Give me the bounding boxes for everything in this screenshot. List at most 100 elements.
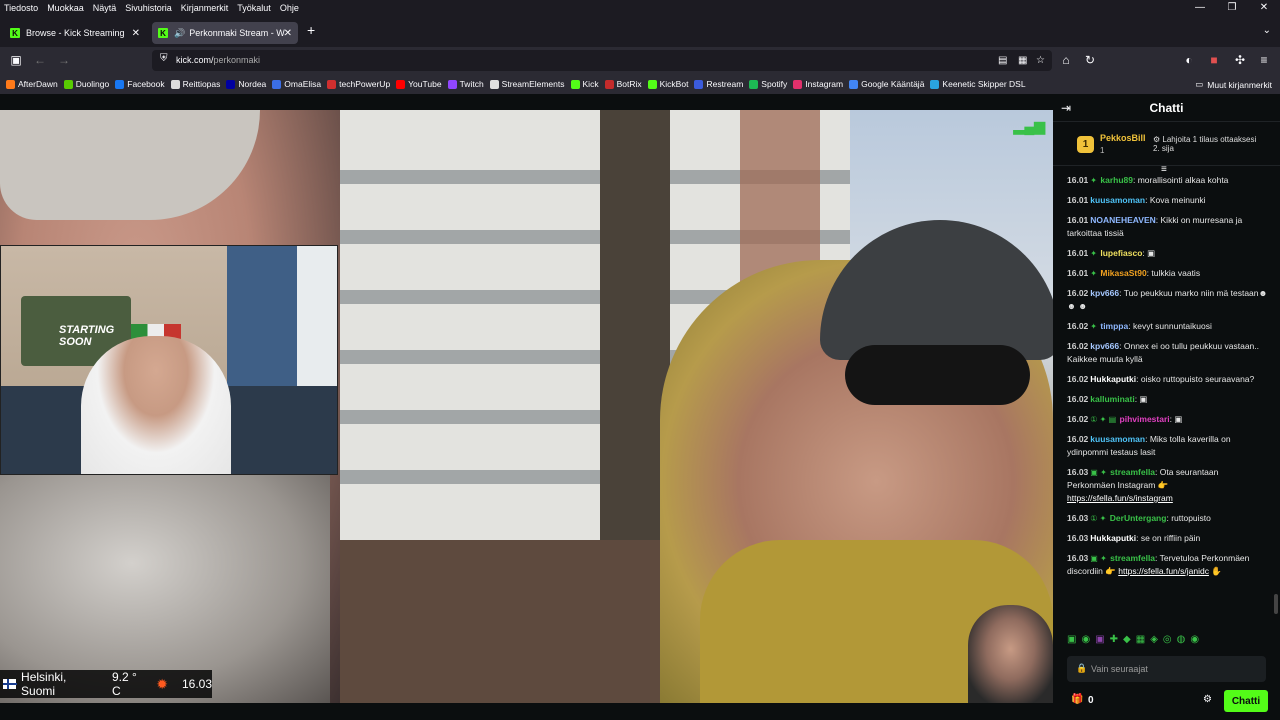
- bookmark-item[interactable]: BotRix: [604, 79, 642, 89]
- tab-strip: K Browse - Kick Streaming ✕ K 🔊 Perkonma…: [0, 17, 1280, 47]
- bookmark-label: Google Kääntäjä: [861, 79, 925, 89]
- forward-icon[interactable]: →: [56, 53, 72, 67]
- bookmark-item[interactable]: Twitch: [447, 79, 484, 89]
- new-tab-icon[interactable]: +: [307, 22, 315, 38]
- chat-message: 16.03 Hukkaputki: se on riffiin päin: [1067, 533, 1201, 543]
- site-info-icon[interactable]: ⛨: [160, 53, 168, 64]
- message-link[interactable]: https://sfella.fun/s/instagram: [1067, 493, 1173, 503]
- app-menu-icon[interactable]: ≡: [1256, 53, 1272, 67]
- sidebar-icon[interactable]: ▣: [8, 53, 24, 67]
- chat-input-box[interactable]: 🔒: [1067, 656, 1266, 682]
- gifter-info-text: Lahjoita 1 tilaus ottaaksesi 2. sija: [1153, 135, 1257, 153]
- message-username[interactable]: Hukkaputki: [1090, 374, 1136, 384]
- menu-item[interactable]: Ohje: [276, 3, 304, 13]
- message-username[interactable]: Hukkaputki: [1090, 533, 1136, 543]
- reader-view-icon[interactable]: ▦: [1018, 55, 1027, 66]
- gift-icon[interactable]: 🎁: [1071, 694, 1083, 705]
- message-username[interactable]: kalluminati: [1090, 394, 1134, 404]
- message-username[interactable]: kuusamoman: [1090, 195, 1145, 205]
- bookmark-item[interactable]: Reittiopas: [170, 79, 220, 89]
- weather-time: 16.03: [181, 677, 212, 691]
- bookmark-item[interactable]: KickBot: [647, 79, 688, 89]
- url-text[interactable]: kick.com/perkonmaki: [176, 55, 260, 65]
- message-username[interactable]: pihvimestari: [1120, 414, 1170, 424]
- window-controls: — ❐ ✕: [1184, 0, 1280, 15]
- bookmark-item[interactable]: Facebook: [115, 79, 165, 89]
- message-username[interactable]: NOANEHEAVEN: [1090, 215, 1156, 225]
- emote-icon[interactable]: ◈: [1150, 634, 1158, 648]
- tab-list-chevron-icon[interactable]: ⌄: [1263, 25, 1271, 36]
- bookmark-item[interactable]: Keenetic Skipper DSL: [930, 79, 1026, 89]
- message-username[interactable]: kuusamoman: [1090, 434, 1145, 444]
- emote-icon[interactable]: ◎: [1163, 634, 1172, 648]
- message-username[interactable]: streamfella: [1110, 553, 1155, 563]
- emote-icon[interactable]: ◉: [1081, 634, 1090, 648]
- bookmark-item[interactable]: Restream: [694, 79, 743, 89]
- bookmark-item[interactable]: Kick: [570, 79, 599, 89]
- bookmark-item[interactable]: Duolingo: [63, 79, 109, 89]
- picture-icon[interactable]: ▤: [998, 55, 1007, 66]
- bookmark-item[interactable]: techPowerUp: [327, 79, 390, 89]
- message-time: 16.01: [1067, 195, 1089, 205]
- close-tab-icon[interactable]: ✕: [284, 28, 292, 39]
- message-username[interactable]: lupefiasco: [1100, 248, 1142, 258]
- gifter-name[interactable]: PekkosBill: [1100, 133, 1146, 143]
- message-username[interactable]: DerUntergang: [1110, 513, 1167, 523]
- chat-scrollbar[interactable]: [1274, 594, 1278, 614]
- url-host: kick.com/: [176, 55, 214, 65]
- emote-icon[interactable]: ◆: [1123, 634, 1131, 648]
- emote-icon[interactable]: ▣: [1067, 634, 1076, 648]
- message-username[interactable]: timppa: [1100, 321, 1128, 331]
- emote-icon[interactable]: ◉: [1190, 634, 1199, 648]
- menu-item[interactable]: Muokkaa: [43, 3, 89, 13]
- tab-browse-kick[interactable]: K Browse - Kick Streaming ✕: [4, 22, 146, 44]
- bookmark-item[interactable]: Nordea: [226, 79, 266, 89]
- bookmark-item[interactable]: YouTube: [396, 79, 442, 89]
- extensions-puzzle-icon[interactable]: ✣: [1232, 53, 1248, 67]
- other-bookmarks[interactable]: ▭ Muut kirjanmerkit: [1195, 79, 1272, 90]
- tab-perkonmaki[interactable]: K 🔊 Perkonmaki Stream - Watch ✕: [152, 22, 298, 44]
- chat-message: 16.01 ✦ karhu89: morallisointi alkaa koht…: [1067, 175, 1229, 185]
- close-tab-icon[interactable]: ✕: [132, 28, 140, 39]
- back-icon[interactable]: ←: [32, 53, 48, 67]
- chat-input[interactable]: [1091, 661, 1251, 677]
- message-username[interactable]: MikasaSt90: [1100, 268, 1146, 278]
- user-badge-icon: ✦: [1090, 249, 1097, 258]
- emote-icon[interactable]: ▦: [1136, 634, 1145, 648]
- bookmark-star-icon[interactable]: ☆: [1036, 55, 1045, 66]
- bookmark-item[interactable]: Instagram: [793, 79, 843, 89]
- bookmark-item[interactable]: Google Kääntäjä: [849, 79, 924, 89]
- home-icon[interactable]: ⌂: [1058, 53, 1074, 67]
- message-username[interactable]: kpv666: [1090, 288, 1119, 298]
- message-username[interactable]: karhu89: [1100, 175, 1133, 185]
- reload-icon[interactable]: ↻: [1082, 53, 1098, 67]
- message-link[interactable]: https://sfella.fun/s/janidc: [1118, 566, 1209, 576]
- emote-icon[interactable]: ✚: [1110, 634, 1118, 648]
- close-window-icon[interactable]: ✕: [1248, 0, 1280, 15]
- menu-item[interactable]: Kirjanmerkit: [177, 3, 234, 13]
- menu-item[interactable]: Tiedosto: [0, 3, 43, 13]
- account-icon[interactable]: ◐: [1181, 53, 1197, 67]
- menu-item[interactable]: Sivuhistoria: [121, 3, 177, 13]
- message-username[interactable]: kpv666: [1090, 341, 1119, 351]
- message-username[interactable]: streamfella: [1110, 467, 1155, 477]
- bookmark-item[interactable]: Spotify: [749, 79, 787, 89]
- bookmark-item[interactable]: StreamElements: [489, 79, 565, 89]
- emote-icon[interactable]: ◍: [1177, 634, 1186, 648]
- bookmark-item[interactable]: OmaElisa: [272, 79, 321, 89]
- bookmark-favicon-icon: [647, 79, 657, 89]
- send-chat-button[interactable]: Chatti: [1224, 690, 1268, 712]
- emote-icon[interactable]: ▣: [1095, 634, 1104, 648]
- extension-icon[interactable]: ■: [1206, 53, 1222, 67]
- maximize-icon[interactable]: ❐: [1216, 0, 1248, 15]
- collapse-chat-icon[interactable]: ⇥: [1061, 101, 1071, 115]
- address-bar[interactable]: ⛨ kick.com/perkonmaki ▤ ▦ ☆: [152, 50, 1052, 71]
- minimize-icon[interactable]: —: [1184, 0, 1216, 15]
- speaker-icon[interactable]: 🔊: [174, 28, 185, 39]
- bookmark-item[interactable]: AfterDawn: [6, 79, 58, 89]
- message-time: 16.02: [1067, 288, 1089, 298]
- video-player[interactable]: STARTING SOON ▂▄▆: [0, 110, 1053, 703]
- menu-item[interactable]: Näytä: [89, 3, 122, 13]
- menu-item[interactable]: Työkalut: [233, 3, 276, 13]
- gear-icon[interactable]: ⚙: [1203, 694, 1212, 705]
